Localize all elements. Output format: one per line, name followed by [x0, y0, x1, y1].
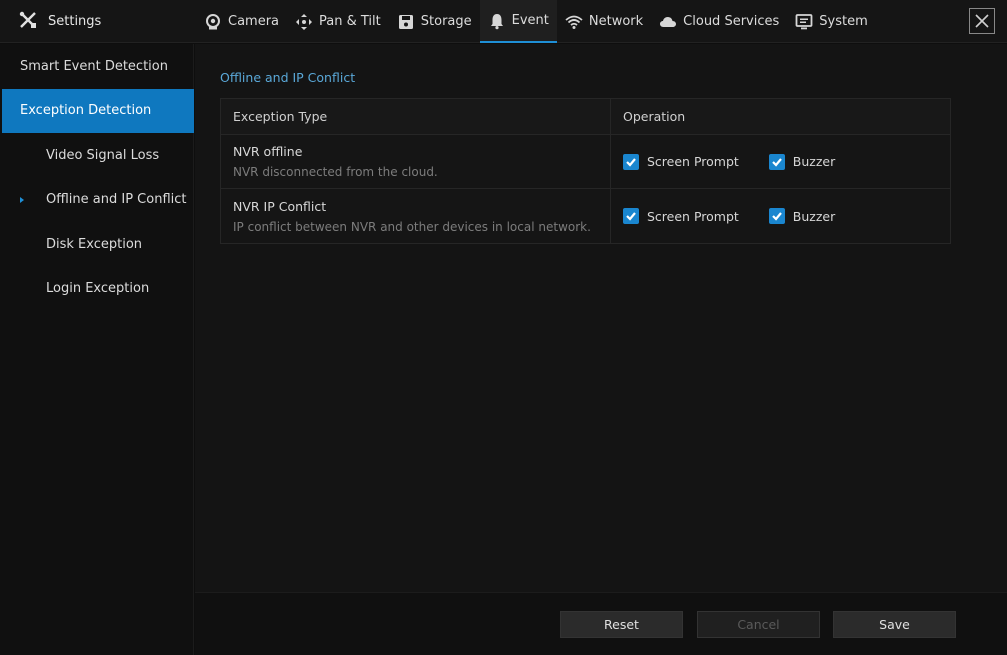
- sidebar-item-label: Offline and IP Conflict: [46, 192, 187, 208]
- exception-table: Exception Type Operation NVR offline NVR…: [220, 98, 951, 244]
- bell-icon: [490, 13, 503, 29]
- sidebar: Smart Event Detection Exception Detectio…: [0, 44, 194, 655]
- close-icon: [975, 14, 989, 28]
- screen-prompt-checkbox[interactable]: Screen Prompt: [623, 208, 739, 224]
- exception-name: NVR offline: [233, 144, 303, 159]
- footer-bar: Reset Cancel Save: [195, 592, 1007, 655]
- pan-tilt-icon: [296, 13, 313, 30]
- exception-type-cell: NVR IP Conflict IP conflict between NVR …: [221, 189, 611, 243]
- operation-cell: Screen Prompt Buzzer: [611, 189, 950, 243]
- sidebar-item-label: Disk Exception: [46, 236, 143, 252]
- checkbox-checked-icon: [768, 208, 785, 224]
- buzzer-checkbox[interactable]: Buzzer: [768, 208, 836, 224]
- tab-storage[interactable]: Storage: [389, 0, 480, 43]
- tab-cloud-services[interactable]: Cloud Services: [651, 0, 787, 43]
- sidebar-item-exception-detection[interactable]: Exception Detection: [2, 88, 194, 133]
- checkbox-label: Buzzer: [792, 208, 836, 224]
- tab-network[interactable]: Network: [557, 0, 651, 43]
- sidebar-item-offline-ip-conflict[interactable]: Offline and IP Conflict: [0, 178, 193, 223]
- app-title: Settings: [48, 14, 102, 29]
- app-brand: Settings: [18, 0, 101, 43]
- sidebar-item-label: Login Exception: [46, 281, 150, 297]
- sidebar-item-video-signal-loss[interactable]: Video Signal Loss: [0, 133, 193, 178]
- sidebar-item-label: Smart Event Detection: [20, 58, 168, 74]
- cancel-button[interactable]: Cancel: [697, 611, 820, 638]
- tab-system[interactable]: System: [787, 0, 875, 43]
- checkbox-label: Screen Prompt: [647, 154, 739, 169]
- table-row: NVR IP Conflict IP conflict between NVR …: [221, 189, 950, 243]
- cloud-icon: [660, 16, 677, 27]
- exception-description: IP conflict between NVR and other device…: [233, 219, 591, 234]
- sidebar-item-label: Video Signal Loss: [46, 147, 160, 163]
- screen-prompt-checkbox[interactable]: Screen Prompt: [623, 153, 739, 170]
- column-header-exception-type: Exception Type: [221, 99, 611, 134]
- tab-label: Camera: [228, 14, 280, 29]
- wifi-icon: [565, 15, 583, 29]
- checkbox-checked-icon: [768, 153, 785, 170]
- exception-type-cell: NVR offline NVR disconnected from the cl…: [221, 135, 611, 188]
- main-panel: Offline and IP Conflict Exception Type O…: [195, 44, 1007, 592]
- camera-icon: [206, 13, 220, 29]
- table-row: NVR offline NVR disconnected from the cl…: [221, 135, 950, 189]
- close-button[interactable]: [969, 8, 995, 34]
- save-button[interactable]: Save: [833, 611, 956, 638]
- table-header-row: Exception Type Operation: [221, 99, 950, 135]
- exception-name: NVR IP Conflict: [233, 198, 327, 214]
- tab-pan-tilt[interactable]: Pan & Tilt: [287, 0, 389, 43]
- tab-label: Network: [588, 14, 644, 29]
- tab-label: Cloud Services: [683, 14, 780, 29]
- monitor-icon: [795, 13, 813, 29]
- main-tabs: Camera Pan & Tilt Storage Event Network …: [196, 0, 876, 43]
- checkbox-label: Screen Prompt: [647, 208, 739, 224]
- tools-icon: [18, 10, 38, 34]
- checkbox-checked-icon: [623, 208, 639, 224]
- storage-icon: [398, 14, 413, 29]
- operation-cell: Screen Prompt Buzzer: [611, 135, 950, 188]
- reset-button[interactable]: Reset: [560, 611, 683, 638]
- tab-label: Event: [511, 13, 549, 28]
- sidebar-item-label: Exception Detection: [20, 103, 152, 119]
- top-bar: Settings Camera Pan & Tilt Storage Event…: [0, 0, 1007, 43]
- buzzer-checkbox[interactable]: Buzzer: [768, 153, 836, 170]
- column-header-operation: Operation: [623, 109, 686, 124]
- caret-right-icon: [20, 196, 24, 203]
- tab-event[interactable]: Event: [479, 0, 557, 43]
- sidebar-item-login-exception[interactable]: Login Exception: [0, 267, 193, 312]
- tab-label: Storage: [420, 14, 472, 29]
- tab-label: System: [819, 14, 868, 29]
- section-title: Offline and IP Conflict: [220, 70, 356, 85]
- sidebar-item-disk-exception[interactable]: Disk Exception: [0, 222, 193, 267]
- tab-label: Pan & Tilt: [319, 14, 381, 29]
- exception-description: NVR disconnected from the cloud.: [233, 165, 438, 179]
- sidebar-item-smart-event-detection[interactable]: Smart Event Detection: [0, 44, 193, 89]
- checkbox-label: Buzzer: [792, 154, 836, 169]
- tab-camera[interactable]: Camera: [196, 0, 287, 43]
- checkbox-checked-icon: [623, 153, 639, 170]
